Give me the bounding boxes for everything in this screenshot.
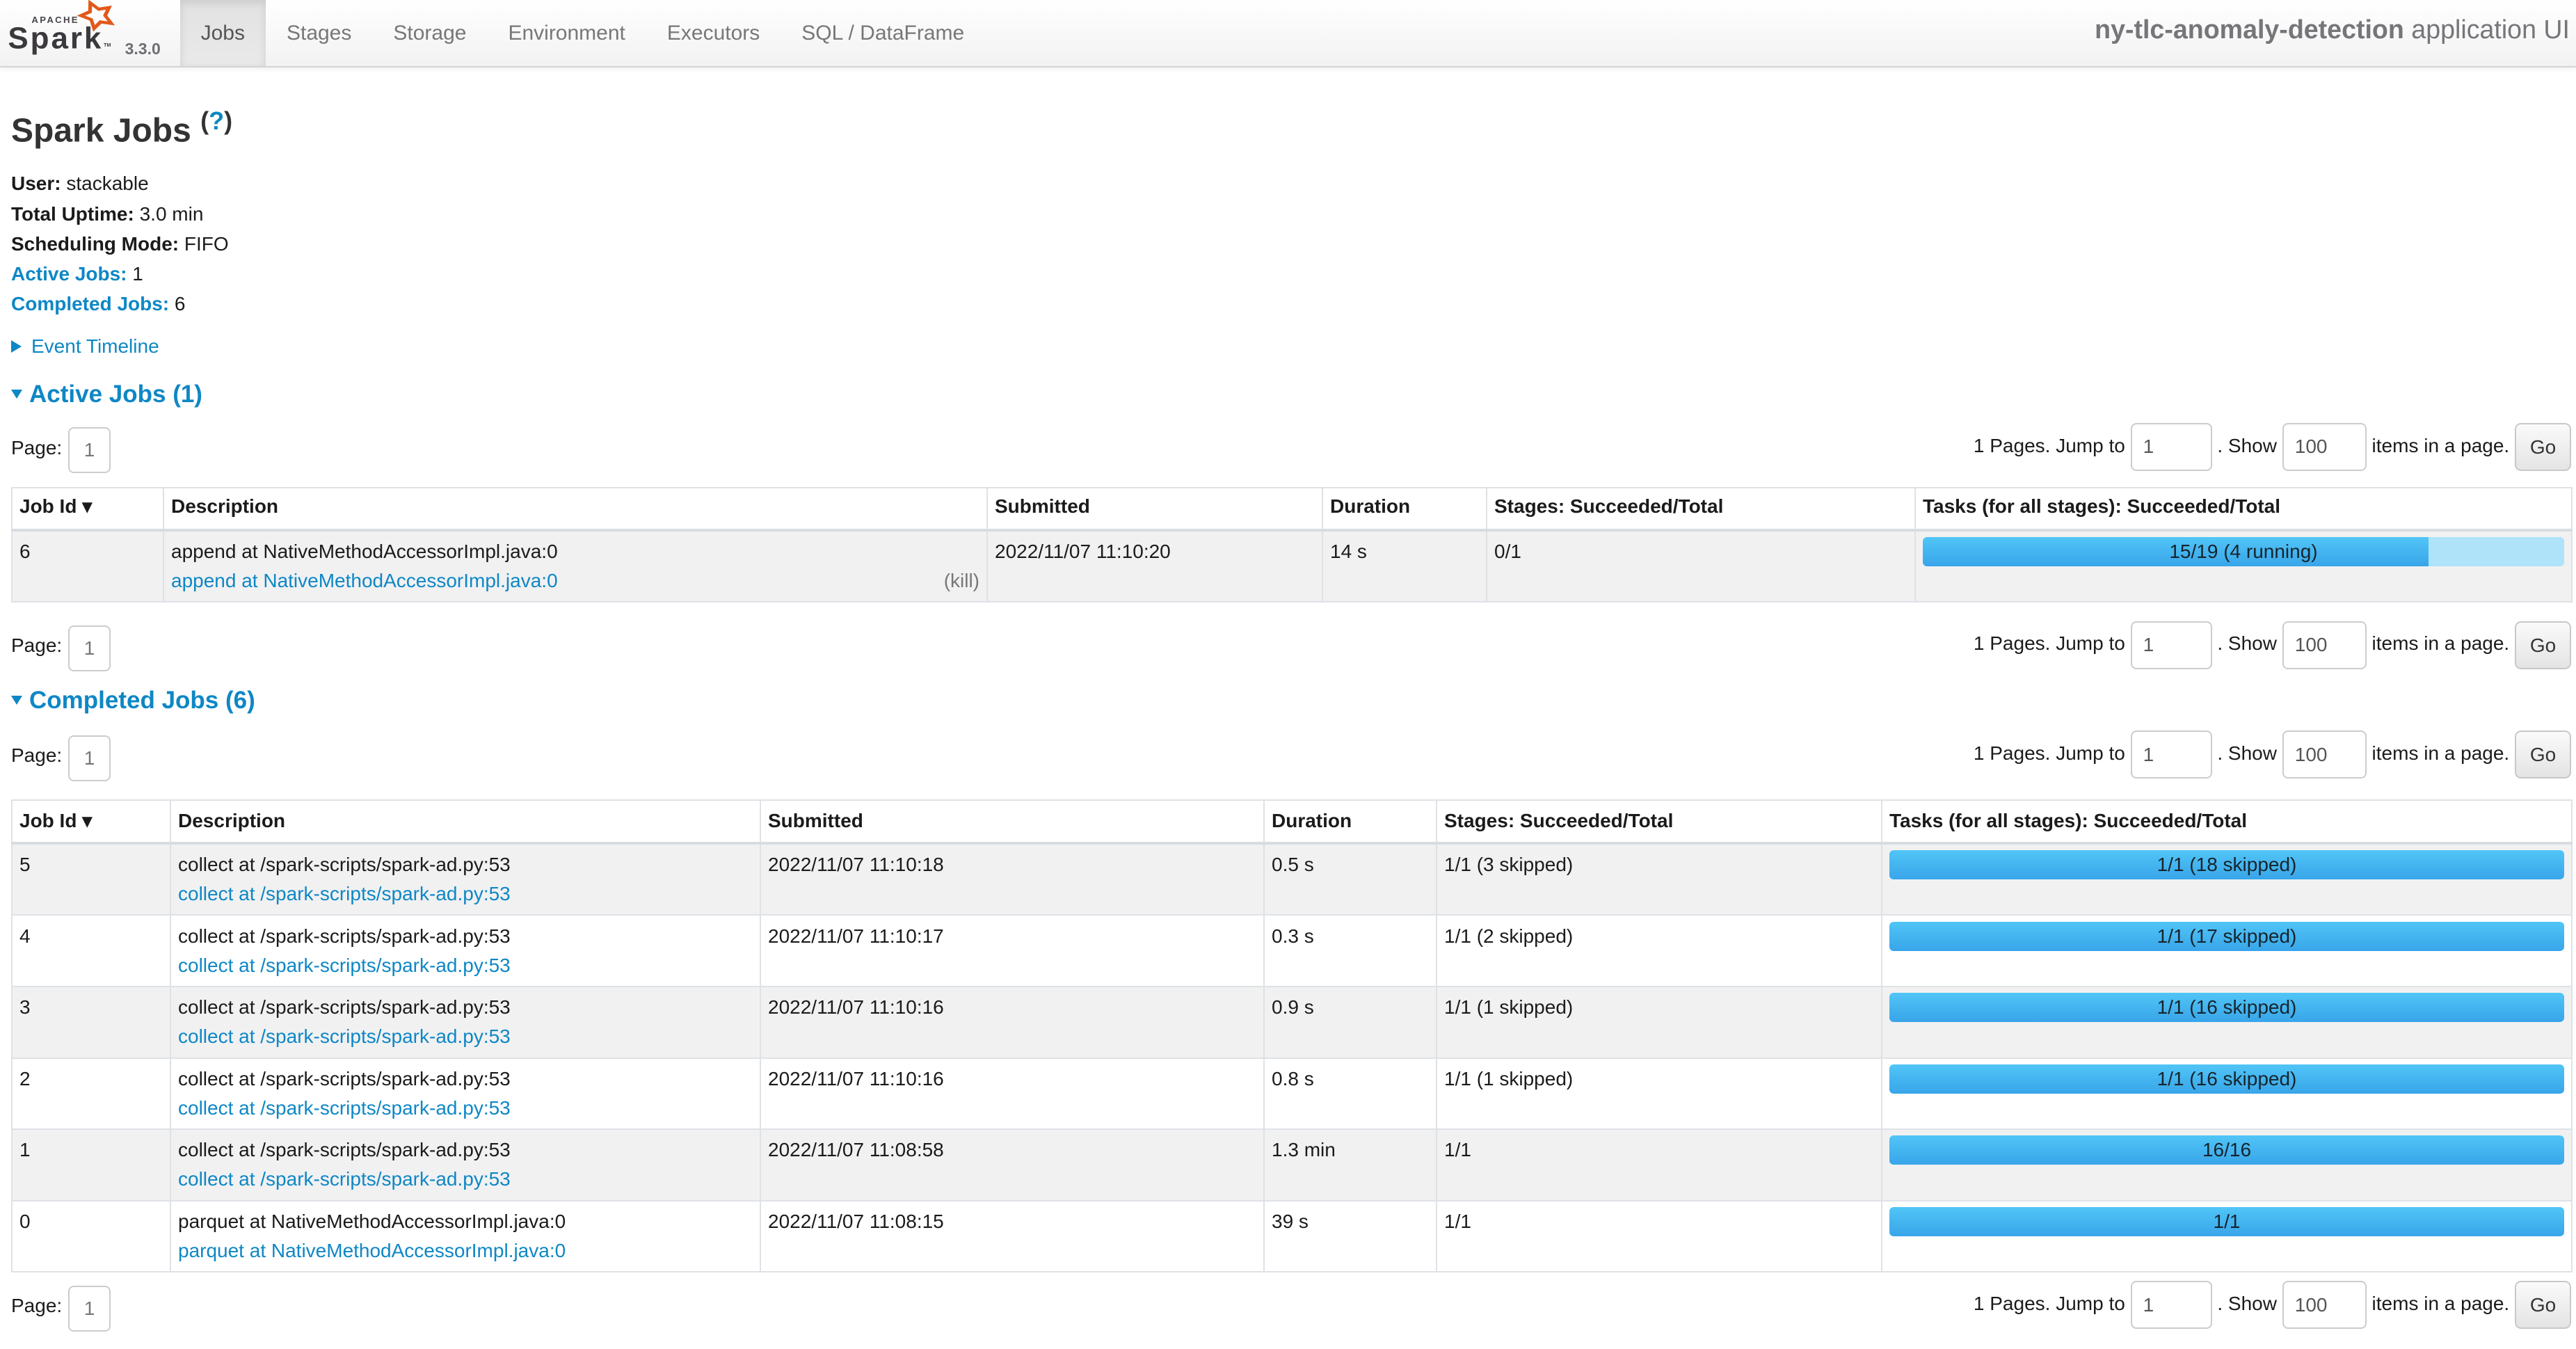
svg-text:Spark: Spark [8, 22, 102, 56]
svg-text:TM: TM [104, 42, 111, 48]
